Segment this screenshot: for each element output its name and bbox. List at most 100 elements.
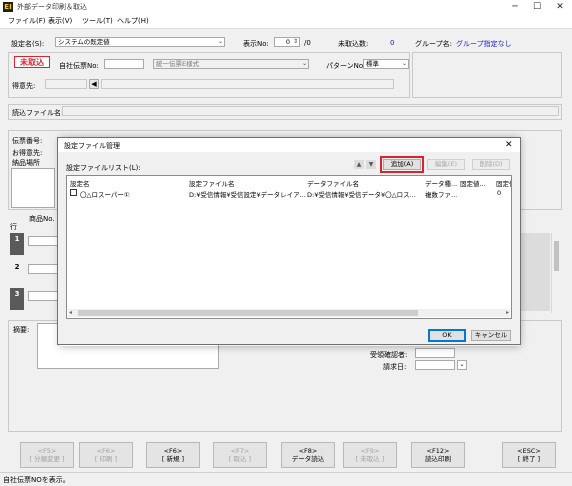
menu-help[interactable]: ヘルプ(H) xyxy=(117,16,149,26)
app-icon: EI xyxy=(3,2,13,12)
f5-classify-button[interactable]: <F5> [ 分類変更 ] xyxy=(20,442,74,468)
customer-label: 得意先: xyxy=(12,82,36,90)
f6-key-label: <F6> xyxy=(96,447,116,455)
chevron-down-icon: ⌄ xyxy=(217,38,223,45)
title-bar: EI 外部データ印刷＆取込 ─ ☐ ✕ xyxy=(0,0,572,15)
f6-action-label: [ 印刷 ] xyxy=(94,455,118,463)
grid-right-column xyxy=(520,233,550,311)
menu-file[interactable]: ファイル(F) xyxy=(8,16,46,26)
display-no-spinner[interactable]: 0 ⇕ xyxy=(274,37,300,47)
close-button[interactable]: ✕ xyxy=(550,0,570,14)
company-slip-label: 自社伝票No: xyxy=(59,62,99,70)
f9-key-label: <F9> xyxy=(360,447,380,455)
f7-key-label: <F7> xyxy=(230,447,250,455)
chevron-down-icon[interactable]: ⌄ xyxy=(457,360,467,370)
f8-key-label: <F8> xyxy=(298,447,318,455)
company-slip-field[interactable] xyxy=(104,59,144,69)
pattern-select[interactable]: 標準 ⌄ xyxy=(363,59,409,69)
f7-action-label: [ 取込 ] xyxy=(228,455,252,463)
row-data-file: D:¥受信情報¥受信データ¥〇△ロス... xyxy=(307,191,416,199)
f12-action-label: 読込印刷 xyxy=(425,455,451,463)
product-field[interactable] xyxy=(28,236,58,246)
col-header-fixed2[interactable]: 固定値 xyxy=(496,178,511,188)
row-settings-file: D:¥受信情報¥受信設定¥データレイア... xyxy=(189,191,306,199)
f7-import-button[interactable]: <F7> [ 取込 ] xyxy=(213,442,267,468)
f6-new-key-label: <F6> xyxy=(163,447,183,455)
settings-file-list[interactable]: 設定名 設定ファイル名 データファイル名 データ種... 固定値... 固定値 … xyxy=(66,175,512,319)
slip-format-select[interactable]: 統一伝票E様式 ⌄ xyxy=(153,59,309,69)
group-value: グループ指定なし xyxy=(456,40,512,48)
row-fixed2: 0 xyxy=(497,189,502,197)
menu-view[interactable]: 表示(V) xyxy=(48,16,72,26)
scrollbar-thumb[interactable] xyxy=(554,241,559,271)
row-header-label: 行 xyxy=(10,223,17,231)
settings-select[interactable]: システムの既定値 ⌄ xyxy=(55,37,225,47)
menu-tools[interactable]: ツール(T) xyxy=(82,16,113,26)
chevron-down-icon: ⌄ xyxy=(401,60,407,67)
scroll-right-icon[interactable]: ▸ xyxy=(506,309,509,316)
esc-exit-button[interactable]: <ESC> [ 終了 ] xyxy=(502,442,556,468)
delivery-label: 納品場所 xyxy=(12,159,40,167)
arrow-left-icon[interactable]: ◀ xyxy=(89,79,99,89)
file-name-field xyxy=(62,106,559,116)
f12-key-label: <F12> xyxy=(426,447,450,455)
edit-button[interactable]: 編集(E) xyxy=(427,159,465,170)
cancel-button[interactable]: キャンセル xyxy=(471,330,511,341)
row-checkbox[interactable] xyxy=(70,189,77,196)
f9-unimported-button[interactable]: <F9> [ 未取込 ] xyxy=(343,442,397,468)
chevron-down-icon: ⌄ xyxy=(301,60,307,67)
delivery-field[interactable] xyxy=(11,168,55,208)
window-title: 外部データ印刷＆取込 xyxy=(17,3,87,11)
display-no-total: /0 xyxy=(304,39,311,47)
move-down-icon[interactable]: ▼ xyxy=(366,160,376,169)
f6-new-button[interactable]: <F6> [ 新規 ] xyxy=(146,442,200,468)
product-header-label: 商品No. xyxy=(29,215,55,223)
f6-new-action-label: [ 新規 ] xyxy=(161,455,185,463)
billing-date-field[interactable] xyxy=(415,360,455,370)
unimported-label: 未取込数: xyxy=(338,40,369,48)
f12-load-print-button[interactable]: <F12> 読込印刷 xyxy=(411,442,465,468)
col-header-data-file[interactable]: データファイル名 xyxy=(307,178,359,188)
group-label: グループ名: xyxy=(415,40,452,48)
col-header-data-type[interactable]: データ種... xyxy=(425,178,457,188)
status-badge: 未取込 xyxy=(14,56,50,68)
file-label: 読込ファイル名: xyxy=(12,109,64,117)
product-field[interactable] xyxy=(28,264,58,274)
f6-print-button[interactable]: <F6> [ 印刷 ] xyxy=(79,442,133,468)
col-header-settings-file[interactable]: 設定ファイル名 xyxy=(189,178,235,188)
row-name[interactable]: 〇△ロスーパー① xyxy=(80,189,130,199)
dialog-title: 設定ファイル管理 xyxy=(64,142,120,150)
status-text: 自社伝票NOを表示。 xyxy=(3,476,70,484)
settings-value: システムの既定値 xyxy=(58,38,110,46)
minimize-button[interactable]: ─ xyxy=(505,0,525,14)
list-label: 設定ファイルリスト(L): xyxy=(66,164,141,172)
slip-format-value: 統一伝票E様式 xyxy=(156,60,200,68)
ok-button[interactable]: OK xyxy=(428,329,466,342)
scroll-left-icon[interactable]: ◂ xyxy=(69,309,72,316)
f5-key-label: <F5> xyxy=(37,447,57,455)
billing-date-label: 請求日: xyxy=(383,363,407,371)
pattern-value: 標準 xyxy=(366,60,379,68)
customer2-label: お得意先: xyxy=(12,149,43,157)
scrollbar-thumb[interactable] xyxy=(78,310,418,316)
receiver-field[interactable] xyxy=(415,348,455,358)
unimported-value: 0 xyxy=(390,39,395,47)
delete-button[interactable]: 削除(D) xyxy=(472,159,510,170)
grid-scrollbar[interactable] xyxy=(551,233,561,313)
status-bar: 自社伝票NOを表示。 xyxy=(0,472,572,486)
maximize-button[interactable]: ☐ xyxy=(527,0,547,14)
add-button[interactable]: 追加(A) xyxy=(380,156,424,173)
close-icon[interactable]: ✕ xyxy=(505,140,513,150)
pattern-label: パターンNo: xyxy=(326,62,366,70)
col-header-name[interactable]: 設定名 xyxy=(70,178,90,188)
esc-action-label: [ 終了 ] xyxy=(517,455,541,463)
f8-data-load-button[interactable]: <F8> データ読込 xyxy=(281,442,335,468)
list-hscrollbar[interactable]: ◂ ▸ xyxy=(68,309,510,317)
f8-action-label: データ読込 xyxy=(291,455,325,463)
row-data-type: 複数ファ... xyxy=(425,191,458,199)
customer-code-field[interactable] xyxy=(45,79,87,89)
product-field[interactable] xyxy=(28,291,58,301)
dialog-title-bar: 設定ファイル管理 ✕ xyxy=(58,138,520,152)
col-header-fixed1[interactable]: 固定値... xyxy=(460,178,486,188)
move-up-icon[interactable]: ▲ xyxy=(354,160,364,169)
